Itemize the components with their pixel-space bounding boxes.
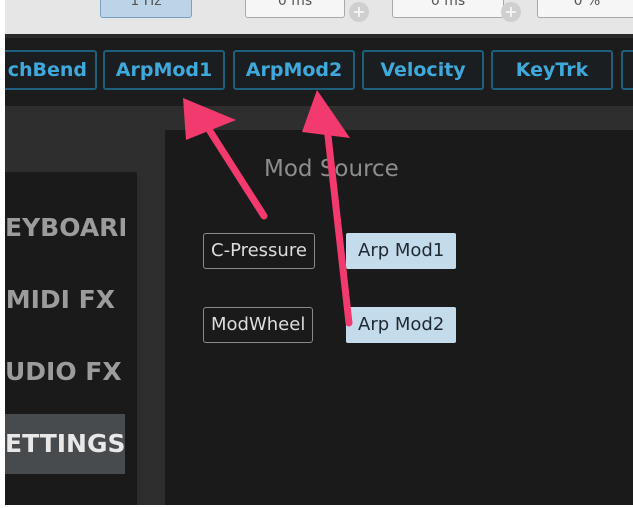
tab-pitchbend[interactable]: chBend (5, 50, 97, 90)
plus-icon[interactable]: + (501, 2, 521, 22)
tab-next[interactable] (621, 50, 633, 90)
source-modwheel[interactable]: ModWheel (203, 307, 314, 343)
sidebar-item-keyboard[interactable]: EYBOARD (5, 198, 125, 258)
tab-arpmod1[interactable]: ArpMod1 (103, 50, 225, 90)
sidebar: EYBOARD MIDI FX UDIO FX ETTINGS (5, 172, 137, 505)
target-arp-mod1[interactable]: Arp Mod1 (346, 233, 457, 269)
sidebar-item-midi-fx[interactable]: MIDI FX (5, 270, 125, 330)
source-c-pressure[interactable]: C-Pressure (203, 233, 315, 269)
sidebar-item-settings[interactable]: ETTINGS (5, 414, 125, 474)
panel-title: Mod Source (264, 156, 399, 182)
tab-keytrk[interactable]: KeyTrk (491, 50, 613, 90)
delay-field[interactable]: 0 ms (245, 0, 345, 18)
mod-source-panel: Mod Source C-Pressure Arp Mod1 ModWheel … (165, 130, 633, 505)
plus-icon[interactable]: + (349, 2, 369, 22)
rate-field[interactable]: 1 Hz (100, 0, 192, 18)
tab-arpmod2[interactable]: ArpMod2 (233, 50, 355, 90)
mod-source-tab-bar: chBend ArpMod1 ArpMod2 Velocity KeyTrk (5, 38, 633, 106)
main-area: EYBOARD MIDI FX UDIO FX ETTINGS Mod Sour… (5, 106, 633, 505)
sidebar-item-audio-fx[interactable]: UDIO FX (5, 342, 125, 402)
fade-field[interactable]: 0 ms (392, 0, 504, 18)
tab-velocity[interactable]: Velocity (362, 50, 484, 90)
amount-field[interactable]: 0 % (537, 0, 633, 18)
top-parameter-strip: 1 Hz 0 ms + 0 ms + 0 % (5, 0, 633, 34)
target-arp-mod2[interactable]: Arp Mod2 (346, 307, 457, 343)
app-window: 1 Hz 0 ms + 0 ms + 0 % chBend ArpMod1 Ar… (5, 0, 633, 505)
